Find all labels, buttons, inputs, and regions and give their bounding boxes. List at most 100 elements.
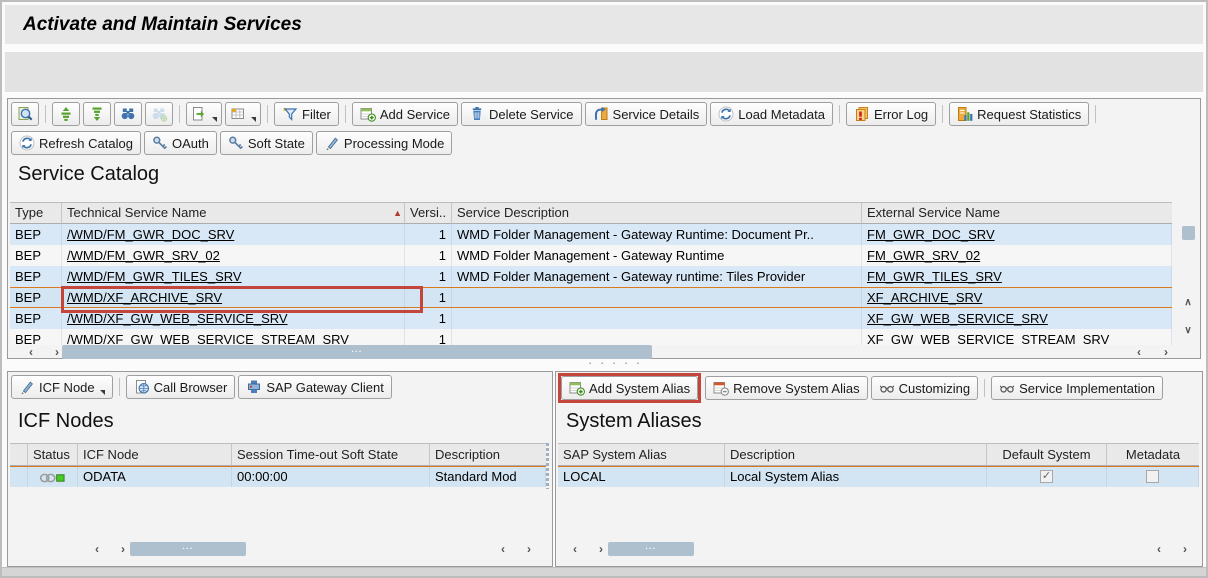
refresh-display-button[interactable]: [11, 102, 39, 126]
description-cell: [452, 288, 862, 307]
column-header-version[interactable]: Versi..: [405, 202, 452, 224]
oauth-button[interactable]: OAuth: [144, 131, 217, 155]
export-button[interactable]: [186, 102, 222, 126]
external-service-link[interactable]: XF_GW_WEB_SERVICE_SRV: [867, 311, 1048, 326]
icf-toolbar: ICF Node Call Browser SAP Gateway Client: [11, 375, 392, 399]
delete-service-button[interactable]: Delete Service: [461, 102, 582, 126]
technical-service-link[interactable]: /WMD/XF_ARCHIVE_SRV: [67, 290, 222, 305]
external-service-link[interactable]: FM_GWR_DOC_SRV: [867, 227, 995, 242]
horizontal-scrollbar-thumb[interactable]: ···: [608, 542, 694, 556]
external-service-link[interactable]: XF_GW_WEB_SERVICE_STREAM_SRV: [867, 332, 1109, 345]
column-header-description[interactable]: Description: [430, 443, 546, 466]
table-row[interactable]: BEP /WMD/FM_GWR_SRV_02 1 WMD Folder Mana…: [10, 245, 1172, 266]
scroll-left-arrow[interactable]: ‹: [20, 345, 42, 359]
sort-descending-button[interactable]: [83, 102, 111, 126]
scroll-up-arrow[interactable]: ∧: [1181, 297, 1195, 310]
horizontal-scrollbar-thumb[interactable]: ···: [130, 542, 246, 556]
metadata-checkbox[interactable]: [1146, 470, 1159, 483]
table-row-selected[interactable]: ODATA 00:00:00 Standard Mod: [10, 466, 546, 487]
external-service-link[interactable]: XF_ARCHIVE_SRV: [867, 290, 982, 305]
request-statistics-button[interactable]: Request Statistics: [949, 102, 1089, 126]
column-header-sap-system-alias[interactable]: SAP System Alias: [558, 443, 725, 466]
column-header-technical-service-name[interactable]: Technical Service Name ▲: [62, 202, 405, 224]
error-log-button[interactable]: Error Log: [846, 102, 936, 126]
technical-service-link[interactable]: /WMD/XF_GW_WEB_SERVICE_SRV: [67, 311, 288, 326]
column-header-external-service-name[interactable]: External Service Name: [862, 202, 1172, 224]
add-system-alias-button[interactable]: Add System Alias: [561, 376, 698, 400]
find-button[interactable]: [114, 102, 142, 126]
version-cell: 1: [405, 245, 452, 266]
column-header-type[interactable]: Type: [10, 202, 62, 224]
scroll-left-arrow[interactable]: ‹: [564, 542, 586, 556]
technical-service-link[interactable]: /WMD/FM_GWR_TILES_SRV: [67, 269, 242, 284]
scroll-right-arrow[interactable]: ›: [1155, 345, 1177, 359]
scroll-right-arrow[interactable]: ›: [518, 542, 540, 556]
icf-node-button[interactable]: ICF Node: [11, 375, 113, 399]
description-cell: [452, 308, 862, 329]
statistics-icon: [957, 106, 973, 122]
scroll-left-arrow[interactable]: ‹: [86, 542, 108, 556]
column-header-metadata[interactable]: Metadata: [1107, 443, 1199, 466]
scroll-left-arrow[interactable]: ‹: [492, 542, 514, 556]
technical-service-link[interactable]: /WMD/FM_GWR_DOC_SRV: [67, 227, 234, 242]
technical-service-link[interactable]: /WMD/FM_GWR_SRV_02: [67, 248, 220, 263]
horizontal-scrollbar-thumb[interactable]: ···: [62, 345, 652, 359]
scroll-right-arrow[interactable]: ›: [1174, 542, 1196, 556]
table-row[interactable]: BEP /WMD/XF_GW_WEB_SERVICE_SRV 1 XF_GW_W…: [10, 308, 1172, 329]
find-next-button[interactable]: [145, 102, 173, 126]
refresh-catalog-button-label: Refresh Catalog: [39, 136, 133, 151]
call-browser-button[interactable]: Call Browser: [126, 375, 236, 399]
type-cell: BEP: [10, 288, 62, 307]
column-header-description[interactable]: Description: [725, 443, 987, 466]
scroll-left-arrow[interactable]: ‹: [1148, 542, 1170, 556]
external-service-link[interactable]: FM_GWR_TILES_SRV: [867, 269, 1002, 284]
sap-gateway-client-button[interactable]: SAP Gateway Client: [238, 375, 392, 399]
toolbar-separator: [1095, 105, 1096, 123]
scroll-down-arrow[interactable]: ∨: [1181, 325, 1195, 338]
vertical-scrollbar-thumb[interactable]: [1182, 226, 1195, 240]
toolbar-separator: [179, 105, 180, 123]
table-row[interactable]: BEP /WMD/FM_GWR_TILES_SRV 1 WMD Folder M…: [10, 266, 1172, 287]
column-header-session-timeout[interactable]: Session Time-out Soft State: [232, 443, 430, 466]
table-row-selected[interactable]: LOCAL Local System Alias ✓: [558, 466, 1199, 487]
column-header-status[interactable]: Status: [28, 443, 78, 466]
layout-button[interactable]: [225, 102, 261, 126]
sort-ascending-button[interactable]: [52, 102, 80, 126]
sort-ascending-indicator-icon: ▲: [393, 207, 402, 219]
splitter-handle[interactable]: · · · · ·: [588, 355, 642, 370]
service-catalog-panel: Filter Add Service Delete Service Servic…: [7, 98, 1201, 359]
error-log-button-label: Error Log: [874, 107, 928, 122]
mini-vertical-scrollbar[interactable]: [546, 443, 549, 489]
version-cell: 1: [405, 224, 452, 245]
service-implementation-button[interactable]: Service Implementation: [991, 376, 1163, 400]
column-header-default-system[interactable]: Default System: [987, 443, 1107, 466]
refresh-catalog-button[interactable]: Refresh Catalog: [11, 131, 141, 155]
description-cell: WMD Folder Management - Gateway Runtime:…: [452, 224, 862, 245]
technical-service-link[interactable]: /WMD/XF_GW_WEB_SERVICE_STREAM_SRV: [67, 332, 349, 345]
external-name-cell: FM_GWR_TILES_SRV: [862, 266, 1172, 287]
processing-mode-button[interactable]: Processing Mode: [316, 131, 452, 155]
soft-state-button[interactable]: Soft State: [220, 131, 313, 155]
external-service-link[interactable]: FM_GWR_SRV_02: [867, 248, 980, 263]
sap-gateway-client-button-label: SAP Gateway Client: [266, 380, 384, 395]
default-system-checkbox[interactable]: ✓: [1040, 470, 1053, 483]
sort-descending-icon: [89, 106, 105, 122]
scroll-left-arrow[interactable]: ‹: [1128, 345, 1150, 359]
page-title: Activate and Maintain Services: [23, 5, 302, 44]
service-catalog-body: BEP /WMD/FM_GWR_DOC_SRV 1 WMD Folder Man…: [10, 224, 1172, 345]
load-metadata-button[interactable]: Load Metadata: [710, 102, 833, 126]
table-row[interactable]: BEP /WMD/XF_GW_WEB_SERVICE_STREAM_SRV 1 …: [10, 329, 1172, 345]
icf-nodes-table: Status ICF Node Session Time-out Soft St…: [10, 443, 546, 487]
column-header-service-description[interactable]: Service Description: [452, 202, 862, 224]
filter-button[interactable]: Filter: [274, 102, 339, 126]
column-header-icf-node[interactable]: ICF Node: [78, 443, 232, 466]
magnifier-document-icon: [17, 106, 33, 122]
table-row-selected[interactable]: BEP /WMD/XF_ARCHIVE_SRV 1 XF_ARCHIVE_SRV: [10, 287, 1172, 308]
type-cell: BEP: [10, 266, 62, 287]
remove-system-alias-button[interactable]: Remove System Alias: [705, 376, 867, 400]
customizing-button[interactable]: Customizing: [871, 376, 979, 400]
table-row[interactable]: BEP /WMD/FM_GWR_DOC_SRV 1 WMD Folder Man…: [10, 224, 1172, 245]
row-selector-cell[interactable]: [10, 467, 28, 487]
service-details-button[interactable]: Service Details: [585, 102, 708, 126]
add-service-button[interactable]: Add Service: [352, 102, 458, 126]
